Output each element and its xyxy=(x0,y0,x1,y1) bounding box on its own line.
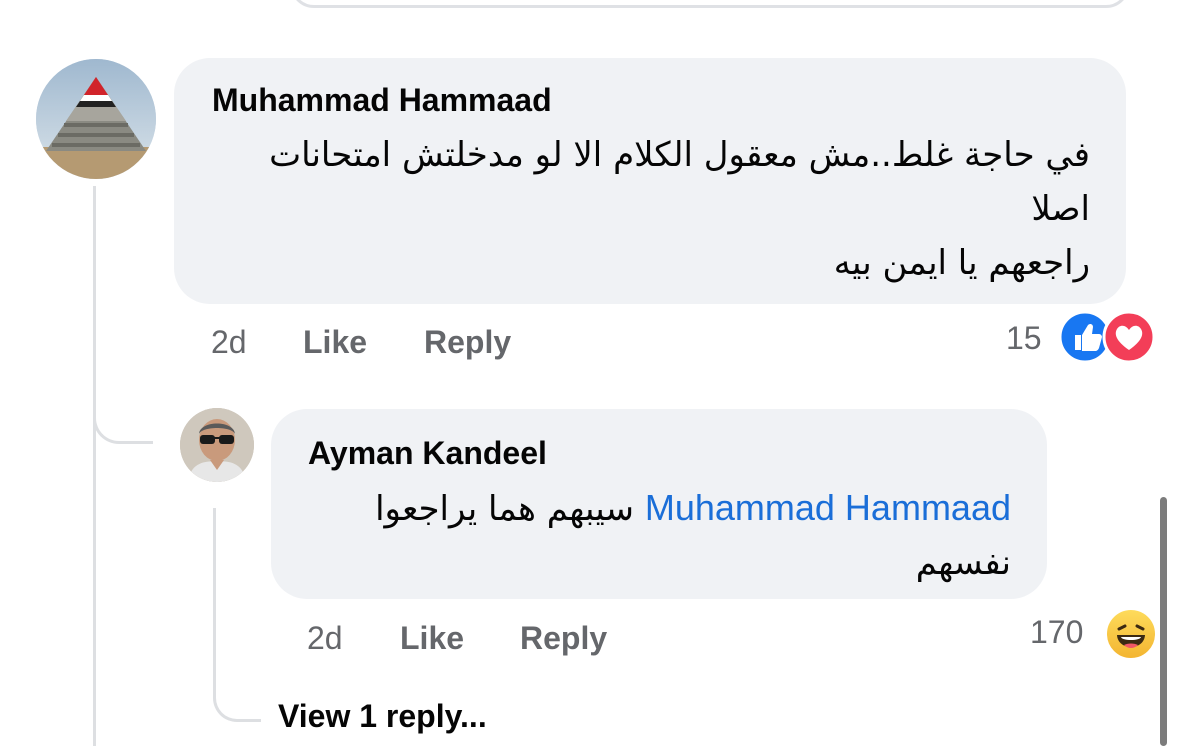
person-avatar-image xyxy=(180,408,254,482)
pyramid-avatar-image xyxy=(36,59,156,179)
view-replies-link[interactable]: View 1 reply... xyxy=(278,698,487,735)
scrollbar[interactable] xyxy=(1160,497,1167,746)
like-button[interactable]: Like xyxy=(400,620,464,657)
comment-text-line: اصلا xyxy=(1031,189,1090,229)
mention-link[interactable]: Muhammad Hammaad xyxy=(645,487,1011,528)
reaction-count[interactable]: 170 xyxy=(1030,614,1083,651)
comment-input-box[interactable] xyxy=(290,0,1130,8)
like-button[interactable]: Like xyxy=(303,324,367,361)
reply-text-segment: سيبهم هما يراجعوا xyxy=(375,489,635,529)
reply-timestamp[interactable]: 2d xyxy=(307,620,343,657)
comment-author[interactable]: Muhammad Hammaad xyxy=(212,82,552,119)
avatar[interactable] xyxy=(36,59,156,179)
comment-text: في حاجة غلط..مش معقول الكلام الا لو مدخل… xyxy=(269,128,1090,290)
reply-bubble: Ayman Kandeel Muhammad Hammaad سيبهم هما… xyxy=(271,409,1047,599)
reply-text: Muhammad Hammaad سيبهم هما يراجعوا نفسهم xyxy=(375,481,1011,590)
reply-thread-branch-line xyxy=(213,660,261,722)
comment-bubble: Muhammad Hammaad في حاجة غلط..مش معقول ا… xyxy=(174,58,1126,304)
reply-author[interactable]: Ayman Kandeel xyxy=(308,435,547,472)
reply-button[interactable]: Reply xyxy=(520,620,607,657)
reply-text-line: Muhammad Hammaad سيبهم هما يراجعوا xyxy=(375,481,1011,536)
haha-icon xyxy=(1104,607,1158,661)
avatar[interactable] xyxy=(180,408,254,482)
love-icon xyxy=(1102,310,1156,364)
reply-button[interactable]: Reply xyxy=(424,324,511,361)
comment-timestamp[interactable]: 2d xyxy=(211,324,247,361)
reply-thread-line xyxy=(213,508,216,668)
comment-text-line: في حاجة غلط..مش معقول الكلام الا لو مدخل… xyxy=(269,135,1090,175)
thread-branch-line xyxy=(93,360,153,444)
thread-line xyxy=(93,186,96,746)
reaction-count[interactable]: 15 xyxy=(1006,320,1042,357)
comment-text-line: راجعهم يا ايمن بيه xyxy=(833,243,1090,283)
reply-text-line: نفسهم xyxy=(915,543,1011,583)
